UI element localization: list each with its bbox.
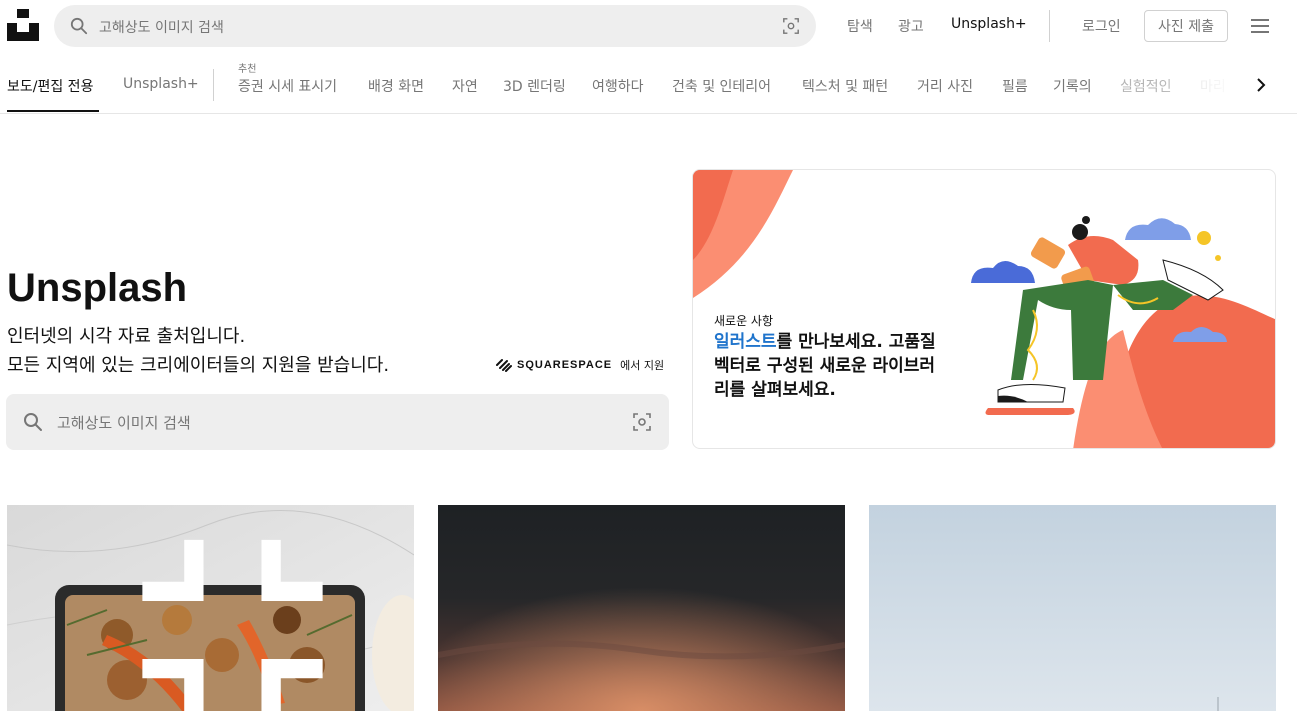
topic-nature[interactable]: 자연 [452,76,478,96]
photo-pale-sky[interactable] [869,505,1276,711]
photo-dark-sunset[interactable] [438,505,845,711]
search-icon[interactable] [70,17,88,35]
promo-kicker: 새로운 사항 [714,314,774,328]
hero-title: Unsplash [7,266,188,310]
sponsor-suffix: 에서 지원 [620,359,665,372]
hamburger-menu-icon[interactable] [1250,16,1270,36]
active-tab-underline [7,110,99,112]
illustrations-promo-card[interactable]: 새로운 사항 일러스트를 만나보세요. 고품질 벡터로 구성된 새로운 라이브러… [692,169,1276,449]
photo-roasted-vegetables[interactable] [7,505,414,711]
topic-film[interactable]: 필름 [1002,76,1028,96]
topic-scroll-fade [1160,52,1240,113]
topic-navigation: 보도/편집 전용 Unsplash+ 추천 증권 시세 표시기 배경 화면 자연… [0,52,1297,114]
unsplash-logo-icon[interactable] [7,9,39,41]
topic-archival[interactable]: 기록의 [1053,76,1092,96]
chevron-right-icon[interactable] [1252,76,1270,94]
submit-photo-button[interactable]: 사진 제출 [1144,10,1228,42]
topic-travel[interactable]: 여행하다 [592,76,644,96]
login-link[interactable]: 로그인 [1082,16,1121,36]
visual-search-icon[interactable] [782,17,800,35]
topic-stock-ticker[interactable]: 증권 시세 표시기 [238,76,337,96]
unsplash-plus-badge-icon [142,539,323,711]
tab-unsplash-plus[interactable]: Unsplash+ [123,76,199,92]
topic-divider [213,69,214,101]
promo-headline: 일러스트를 만나보세요. 고품질 벡터로 구성된 새로운 라이브러리를 살펴보세… [714,330,944,402]
photo-image [438,505,845,711]
header-search-input[interactable]: 고해상도 이미지 검색 [99,17,224,37]
topic-textures-patterns[interactable]: 텍스처 및 패턴 [802,76,888,96]
top-header: 고해상도 이미지 검색 탐색 광고 Unsplash+ 로그인 사진 제출 [0,0,1297,52]
sponsor-credit[interactable]: SQUARESPACE 에서 지원 [495,357,664,373]
hero-search-input[interactable]: 고해상도 이미지 검색 [57,412,191,433]
search-icon[interactable] [23,412,43,432]
nav-explore-link[interactable]: 탐색 [847,16,873,36]
header-divider [1049,10,1050,42]
topic-street-photography[interactable]: 거리 사진 [917,76,973,96]
promo-illustration [693,170,1275,448]
header-search-bar[interactable]: 고해상도 이미지 검색 [54,5,816,47]
tab-editorial[interactable]: 보도/편집 전용 [7,76,93,96]
hero-subtitle-line1: 인터넷의 시각 자료 출처입니다. [7,326,246,347]
hero-search-bar[interactable]: 고해상도 이미지 검색 [6,394,669,450]
promo-headline-accent[interactable]: 일러스트 [714,332,777,352]
visual-search-icon[interactable] [632,412,652,432]
photo-image [869,505,1276,711]
nav-advertise-link[interactable]: 광고 [898,16,924,36]
recommended-label: 추천 [238,64,257,75]
hero-subtitle-line2: 모든 지역에 있는 크리에이터들의 지원을 받습니다. [7,355,390,376]
nav-unsplash-plus-link[interactable]: Unsplash+ [951,16,1027,32]
topic-architecture-interior[interactable]: 건축 및 인테리어 [672,76,771,96]
sponsor-name: SQUARESPACE [517,359,613,371]
topic-wallpapers[interactable]: 배경 화면 [368,76,424,96]
squarespace-logo-icon [496,359,512,372]
topic-3d-renders[interactable]: 3D 렌더링 [503,76,566,96]
